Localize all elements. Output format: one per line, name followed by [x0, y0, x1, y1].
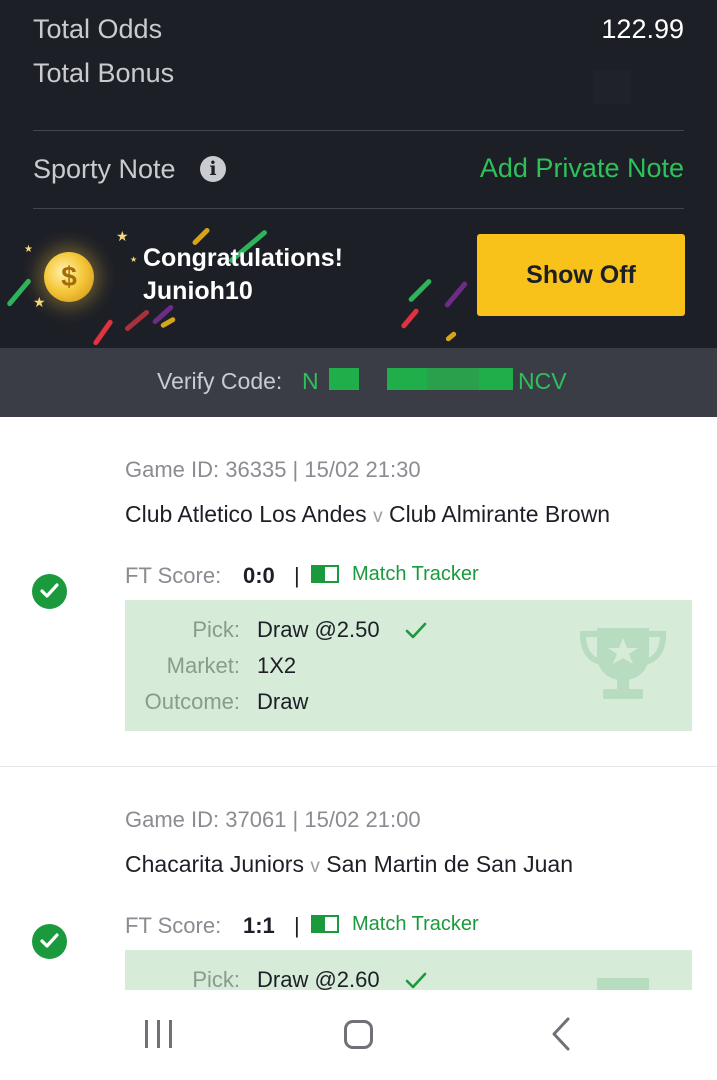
match-tracker-icon[interactable]: [311, 915, 339, 933]
match-tracker-link[interactable]: Match Tracker: [352, 913, 479, 936]
home-team: Chacarita Juniors: [125, 851, 304, 877]
match-teams: Club Atletico Los Andes v Club Almirante…: [125, 501, 610, 528]
score-separator: |: [294, 913, 300, 938]
trophy-icon: [597, 978, 649, 990]
match-tracker-icon[interactable]: [311, 565, 339, 583]
game-list[interactable]: Game ID: 36335 | 15/02 21:30 Club Atleti…: [0, 417, 717, 990]
vs-label: v: [310, 856, 320, 877]
bet-summary-panel: Total Odds 122.99 Total Bonus Sporty Not…: [0, 0, 717, 348]
outcome-value: Draw: [257, 689, 309, 714]
outcome-label: Outcome:: [144, 689, 240, 714]
coin-icon: $: [44, 252, 94, 302]
system-navigation-bar: [0, 990, 717, 1080]
total-bonus-value: [593, 70, 631, 104]
pick-label: Pick:: [192, 967, 240, 990]
verify-code-start: N: [302, 368, 319, 394]
sporty-note-label: Sporty Note: [33, 154, 176, 184]
ft-score-value: 1:1: [243, 913, 275, 938]
back-icon[interactable]: [550, 1017, 572, 1051]
away-team: San Martin de San Juan: [326, 851, 574, 877]
vs-label: v: [373, 506, 383, 527]
congratulations-text: Congratulations! Junioh10: [143, 242, 343, 308]
home-team: Club Atletico Los Andes: [125, 501, 367, 527]
verify-code-label: Verify Code:: [157, 368, 283, 394]
info-icon[interactable]: i: [200, 156, 226, 182]
pick-check-icon: [405, 972, 427, 989]
away-team: Club Almirante Brown: [388, 501, 611, 527]
recent-apps-icon[interactable]: [145, 1020, 173, 1048]
divider: [33, 130, 684, 131]
check-circle-icon: [32, 924, 67, 959]
score-separator: |: [294, 563, 300, 588]
pick-label: Pick:: [192, 617, 240, 642]
pick-check-icon: [405, 622, 427, 639]
check-circle-icon: [32, 574, 67, 609]
home-icon[interactable]: [344, 1020, 373, 1049]
congrats-title: Congratulations!: [143, 244, 343, 272]
market-label: Market:: [166, 653, 240, 678]
username: Junioh10: [143, 277, 253, 305]
game-id: Game ID: 37061 | 15/02 21:00: [125, 807, 421, 832]
list-item[interactable]: Game ID: 36335 | 15/02 21:30 Club Atleti…: [0, 417, 717, 767]
total-odds-label: Total Odds: [33, 14, 163, 44]
ft-score-label: FT Score:: [125, 913, 222, 938]
add-private-note-link[interactable]: Add Private Note: [480, 153, 684, 184]
pick-value: Draw @2.50: [257, 617, 380, 642]
show-off-button[interactable]: Show Off: [477, 234, 685, 316]
total-bonus-label: Total Bonus: [33, 58, 175, 88]
ft-score-value: 0:0: [243, 563, 275, 588]
list-item[interactable]: Game ID: 37061 | 15/02 21:00 Chacarita J…: [0, 767, 717, 990]
game-id: Game ID: 36335 | 15/02 21:30: [125, 457, 421, 482]
coin-glyph: $: [61, 261, 77, 292]
trophy-icon: [579, 628, 667, 699]
divider: [33, 208, 684, 209]
match-tracker-link[interactable]: Match Tracker: [352, 563, 479, 586]
pick-value: Draw @2.60: [257, 967, 380, 990]
pick-details: Pick: Draw @2.60: [125, 950, 692, 990]
match-teams: Chacarita Juniors v San Martin de San Ju…: [125, 851, 573, 878]
pick-details: Pick: Draw @2.50 Market: 1X2 Outcome: Dr…: [125, 600, 692, 731]
market-value: 1X2: [257, 653, 297, 678]
verify-code-end: NCV: [518, 368, 567, 394]
ft-score-label: FT Score:: [125, 563, 222, 588]
total-odds-value: 122.99: [601, 14, 684, 44]
